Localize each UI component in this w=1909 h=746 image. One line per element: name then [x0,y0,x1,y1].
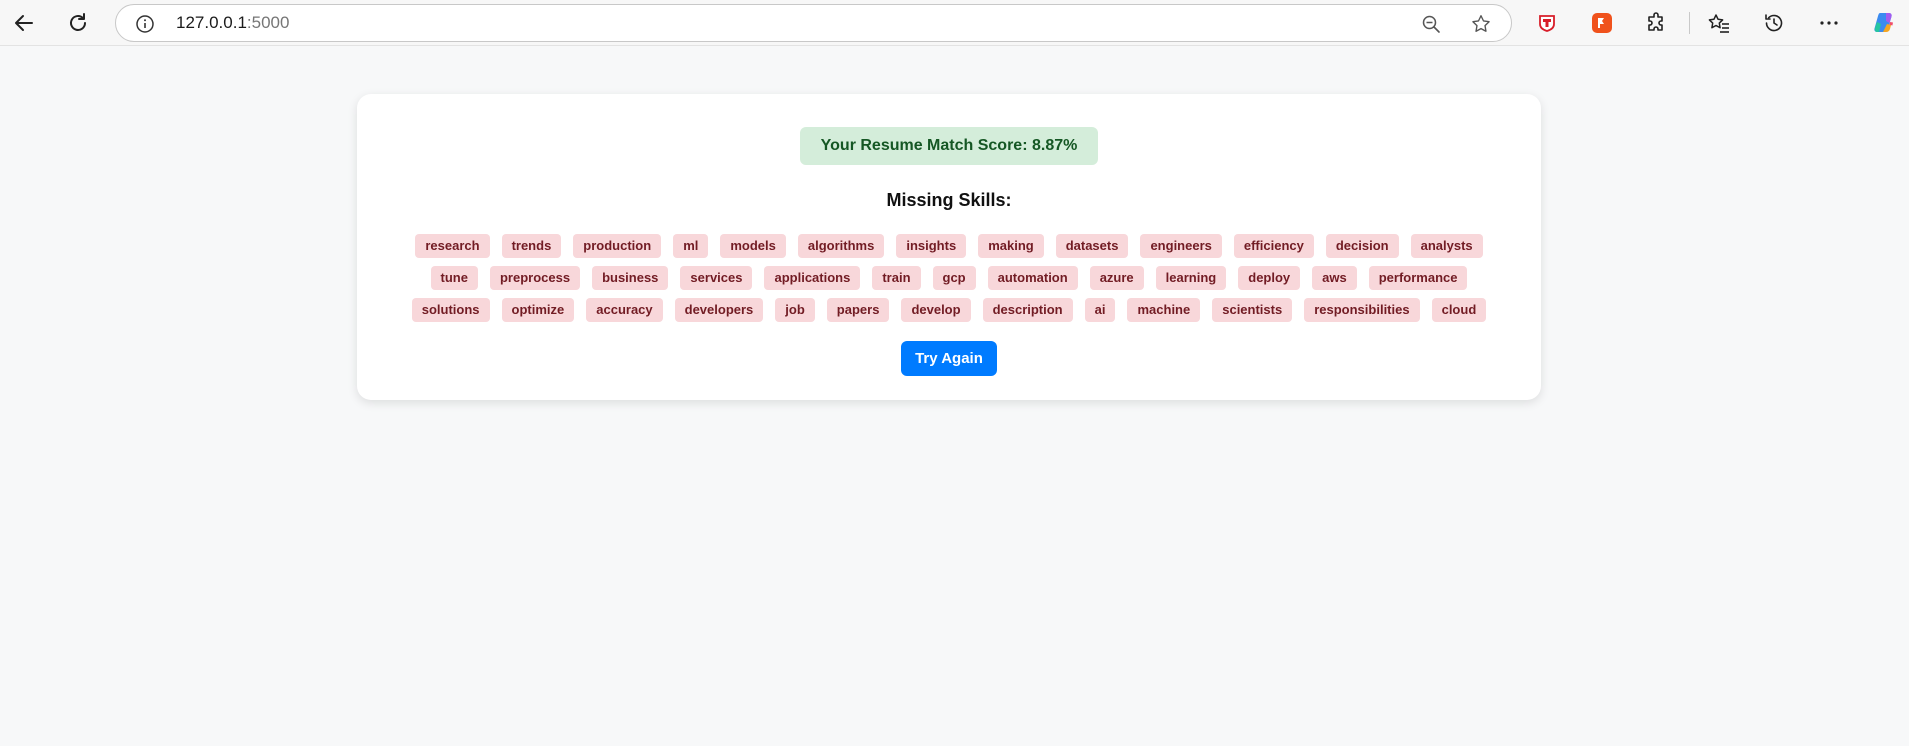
skill-tag: ai [1084,298,1116,322]
skill-tag: cloud [1431,298,1487,322]
favorites-icon[interactable] [1703,7,1735,39]
skill-tag: efficiency [1233,234,1314,258]
skill-tag: aws [1312,266,1357,290]
skill-tag: job [775,298,815,322]
skill-tag: description [982,298,1073,322]
skill-tag: develop [901,298,971,322]
skill-tag: engineers [1140,234,1222,258]
skill-tag: automation [987,266,1078,290]
star-icon[interactable] [1468,11,1494,37]
skill-tag: papers [826,298,890,322]
missing-skills-heading: Missing Skills: [886,190,1012,210]
more-icon[interactable] [1813,7,1845,39]
skill-tag: gcp [932,266,976,290]
skill-tag: algorithms [797,234,885,258]
skill-tag: datasets [1055,234,1129,258]
match-score-badge: Your Resume Match Score: 8.87% [800,127,1098,165]
skill-tag: research [415,234,490,258]
skill-tag: analysts [1410,234,1483,258]
orange-extension-icon[interactable] [1586,7,1618,39]
reload-icon[interactable] [62,7,94,39]
skill-tag: solutions [411,298,490,322]
url-port: :5000 [246,13,290,32]
skill-tag: preprocess [489,266,581,290]
history-icon[interactable] [1758,7,1790,39]
address-bar[interactable]: 127.0.0.1:5000 [115,4,1512,42]
skill-tag: making [978,234,1044,258]
toolbar-divider [1689,12,1690,34]
skill-tag: insights [896,234,967,258]
skill-tag: optimize [501,298,575,322]
url-host: 127.0.0.1 [176,13,247,32]
skill-tag: services [680,266,753,290]
skill-tag: learning [1155,266,1227,290]
skill-tag: accuracy [586,298,663,322]
puzzle-icon[interactable] [1641,7,1673,39]
skill-tag: train [872,266,921,290]
skill-tag: ml [673,234,709,258]
shield-extension-icon[interactable] [1531,7,1563,39]
result-card: Your Resume Match Score: 8.87% Missing S… [357,94,1541,400]
skill-tag: trends [501,234,562,258]
back-arrow-icon[interactable] [8,7,40,39]
url-text[interactable]: 127.0.0.1:5000 [176,5,289,41]
skill-tag: performance [1368,266,1468,290]
info-icon[interactable] [134,13,156,35]
skill-tag: decision [1325,234,1399,258]
skill-tag: azure [1089,266,1144,290]
skill-tag: production [573,234,662,258]
skill-tag: scientists [1212,298,1293,322]
skill-tag: business [592,266,669,290]
missing-skills-list: research trends production ml models algorith… [387,234,1511,322]
zoom-out-icon[interactable] [1419,12,1443,36]
skill-tag: deploy [1238,266,1301,290]
skill-tag: applications [764,266,861,290]
skill-tag: responsibilities [1304,298,1420,322]
try-again-button[interactable]: Try Again [901,341,997,376]
skill-tag: machine [1127,298,1201,322]
skill-tag: models [720,234,786,258]
skill-tag: developers [674,298,764,322]
browser-toolbar: 127.0.0.1:5000 [0,0,1909,46]
skill-tag: tune [430,266,478,290]
copilot-icon[interactable] [1868,7,1900,39]
